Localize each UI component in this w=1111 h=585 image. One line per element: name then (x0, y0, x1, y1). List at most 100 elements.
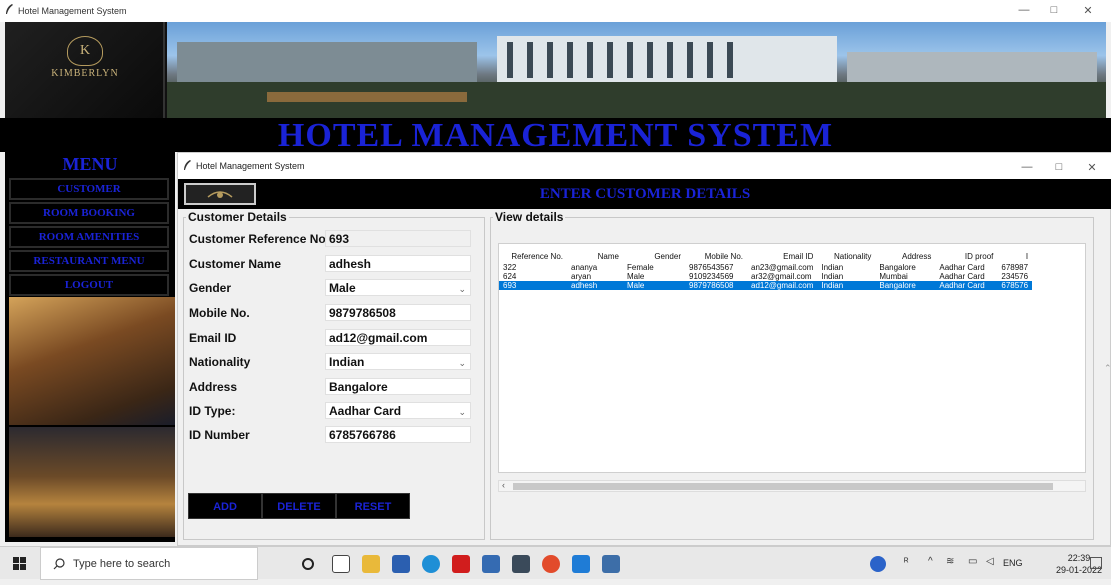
restaurant-photo (9, 427, 175, 537)
netflix-icon[interactable] (452, 555, 470, 573)
customer-window: Hotel Management System — □ ✕ ENTER CUST… (177, 152, 1111, 546)
table-cell: Bangalore (879, 263, 916, 272)
crest-icon: K (67, 36, 103, 66)
people-icon[interactable]: ᴿ (904, 557, 909, 568)
customer-name-label: Customer Name (189, 257, 282, 271)
vertical-scroll-icon[interactable]: ⌃ (1104, 363, 1111, 374)
nationality-select[interactable]: Indian ⌄ (325, 353, 471, 370)
network-icon[interactable]: ≋ (946, 556, 954, 567)
ref-no-field[interactable]: 693 (325, 230, 471, 247)
feather-icon (5, 4, 14, 17)
gender-value: Male (329, 281, 356, 295)
table-cell: an23@gmail.com (751, 263, 814, 272)
chrome-icon[interactable] (542, 555, 560, 573)
menu-customer-button[interactable]: CUSTOMER (9, 178, 169, 200)
chevron-up-icon[interactable]: ^ (928, 556, 933, 567)
app-titlebar: Hotel Management System — □ ✕ (0, 0, 1111, 22)
address-label: Address (189, 380, 238, 394)
menu-room-booking-button[interactable]: ROOM BOOKING (9, 202, 169, 224)
chevron-down-icon[interactable]: ⌄ (458, 355, 466, 371)
notification-icon[interactable] (1090, 557, 1102, 569)
column-header[interactable]: Nationality (817, 250, 875, 263)
customer-table-grid: Reference No. Name Gender Mobile No. Ema… (499, 250, 1033, 290)
table-cell: Mumbai (879, 272, 908, 281)
close-button[interactable]: ✕ (1077, 4, 1099, 17)
column-header[interactable]: I (997, 250, 1032, 263)
taskbar-search[interactable]: Type here to search (40, 547, 258, 580)
battery-icon[interactable]: ▭ (968, 556, 977, 567)
customer-header: ENTER CUSTOMER DETAILS (178, 179, 1111, 209)
edge-icon[interactable] (422, 555, 440, 573)
nationality-label: Nationality (189, 355, 251, 369)
help-icon[interactable] (870, 556, 886, 572)
address-field[interactable]: Bangalore (325, 378, 471, 395)
horizontal-scrollbar[interactable]: ‹ (498, 480, 1086, 492)
column-header[interactable]: Email ID (747, 250, 817, 263)
menu-logout-button[interactable]: LOGOUT (9, 274, 169, 296)
table-row[interactable]: 624 aryan Male 9109234569 ar32@gmail.com… (499, 272, 1032, 281)
scrollbar-thumb[interactable] (513, 483, 1053, 490)
maximize-button[interactable]: □ (1043, 4, 1065, 16)
start-button[interactable] (0, 547, 40, 580)
nationality-value: Indian (329, 355, 365, 369)
inner-maximize-button[interactable]: □ (1048, 161, 1070, 173)
action-button-group: ADD DELETE RESET (188, 493, 428, 519)
email-field[interactable]: ad12@gmail.com (325, 329, 471, 346)
inner-close-button[interactable]: ✕ (1081, 161, 1103, 174)
table-cell: Female (627, 263, 654, 272)
customer-name-field[interactable]: adhesh (325, 255, 471, 272)
menu-panel: MENU CUSTOMER ROOM BOOKING ROOM AMENITIE… (5, 152, 175, 542)
table-cell: Aadhar Card (939, 272, 985, 281)
language-indicator[interactable]: ENG (1003, 558, 1023, 568)
table-cell: aryan (571, 272, 592, 281)
column-header[interactable]: Gender (623, 250, 685, 263)
table-cell: adhesh (567, 281, 623, 290)
small-logo (184, 183, 256, 205)
delete-button[interactable]: DELETE (262, 493, 336, 519)
customer-window-titlebar: Hotel Management System — □ ✕ (178, 153, 1111, 179)
hotel-logo: K KIMBERLYN (5, 22, 165, 118)
table-cell: Indian (817, 281, 876, 290)
file-explorer-icon[interactable] (362, 555, 380, 573)
prime-video-icon[interactable] (512, 555, 530, 573)
scroll-left-icon[interactable]: ‹ (502, 480, 505, 490)
taskbar: Type here to search ᴿ ^ ≋ ▭ ◁ ENG 22:39 … (0, 546, 1111, 580)
menu-restaurant-menu-button[interactable]: RESTAURANT MENU (9, 250, 169, 272)
window-title: Hotel Management System (18, 6, 127, 16)
column-header[interactable]: Name (567, 250, 623, 263)
add-button[interactable]: ADD (188, 493, 262, 519)
reset-button[interactable]: RESET (336, 493, 410, 519)
photos-icon[interactable] (482, 555, 500, 573)
column-header[interactable]: Address (875, 250, 935, 263)
task-view-icon[interactable] (332, 555, 350, 573)
python-icon[interactable] (602, 555, 620, 573)
id-type-select[interactable]: Aadhar Card ⌄ (325, 402, 471, 419)
customer-window-title: Hotel Management System (196, 161, 305, 171)
table-cell: 678987 (1001, 263, 1029, 272)
column-header[interactable]: Mobile No. (685, 250, 747, 263)
table-cell: ar32@gmail.com (751, 272, 812, 281)
chevron-down-icon[interactable]: ⌄ (458, 281, 466, 297)
banner: K KIMBERLYN (5, 22, 1106, 118)
volume-icon[interactable]: ◁ (986, 556, 994, 567)
column-header[interactable]: Reference No. (499, 250, 567, 263)
mobile-label: Mobile No. (189, 306, 250, 320)
menu-room-amenities-button[interactable]: ROOM AMENITIES (9, 226, 169, 248)
table-header-row: Reference No. Name Gender Mobile No. Ema… (499, 250, 1032, 263)
vscode-icon[interactable] (572, 555, 590, 573)
search-icon (53, 558, 65, 570)
gender-select[interactable]: Male ⌄ (325, 279, 471, 296)
logo-text: KIMBERLYN (51, 68, 119, 79)
cortana-icon[interactable] (302, 558, 314, 570)
chevron-down-icon[interactable]: ⌄ (458, 404, 466, 420)
store-icon[interactable] (392, 555, 410, 573)
id-number-field[interactable]: 6785766786 (325, 426, 471, 443)
column-header[interactable]: ID proof (935, 250, 997, 263)
table-cell: 624 (503, 272, 517, 281)
minimize-button[interactable]: — (1013, 4, 1035, 16)
inner-minimize-button[interactable]: — (1016, 161, 1038, 173)
table-cell: Aadhar Card (939, 263, 985, 272)
table-row[interactable]: 322 ananya Female 9876543567 an23@gmail.… (499, 263, 1032, 272)
table-row-selected[interactable]: 693 adhesh Male 9879786508 ad12@gmail.co… (499, 281, 1033, 290)
mobile-field[interactable]: 9879786508 (325, 304, 471, 321)
